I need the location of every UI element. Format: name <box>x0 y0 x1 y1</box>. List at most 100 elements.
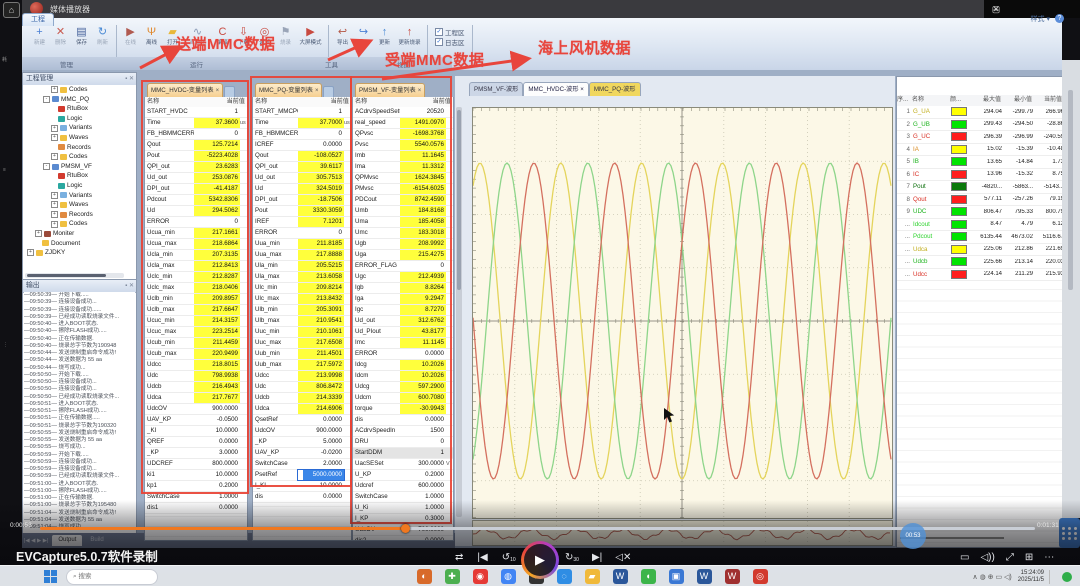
var-row-QPvsc[interactable]: QPvsc-1698.3768 <box>353 129 453 140</box>
seek-bar[interactable] <box>40 527 1035 530</box>
legend-row-IC[interactable]: 6IC13.96-15.328.75 <box>897 169 1063 182</box>
var-row-Qout[interactable]: Qout125.7214 <box>145 140 247 151</box>
var-row-UacSESet[interactable]: UacSESet300.0000V <box>353 459 453 470</box>
value-edit-field[interactable]: 5000.0000 <box>298 470 344 480</box>
tray-green-icon[interactable] <box>1062 572 1072 582</box>
legend-row-Idcout[interactable]: ...Idcout8.474.796.12 <box>897 219 1063 232</box>
variable-table[interactable]: START_MMCPQ1Time37.7000usFB_HBMMCER...0I… <box>253 107 351 540</box>
var-row-PsetRef[interactable]: PsetRef5000.0000 <box>253 470 351 481</box>
legend-row-G_UA[interactable]: 1G_UA294.04-299.79266.96 <box>897 106 1063 119</box>
var-row-Uga[interactable]: Uga215.4275 <box>353 250 453 261</box>
tab-mmc-pq-wave[interactable]: MMC_PQ-波形 <box>589 82 641 96</box>
var-row-Udc[interactable]: Udc798.9938 <box>145 371 247 382</box>
pin-icon[interactable]: ▪ <box>125 283 127 289</box>
tree-item-Document[interactable]: Document <box>23 239 136 249</box>
var-row-Time[interactable]: Time37.7000us <box>253 118 351 129</box>
close-icon[interactable]: ✕ <box>129 283 134 289</box>
var-row-UdcOV[interactable]: UdcOV900.0000 <box>253 426 351 437</box>
project-tree[interactable]: +Codes-MMC_PQRtuBoxLogic+Variants+WavesR… <box>23 85 136 271</box>
blue-app-icon[interactable]: ▣ <box>669 569 684 584</box>
var-row-ACdrvSpeedIn[interactable]: ACdrvSpeedIn1500 <box>353 426 453 437</box>
var-row-Uua_max[interactable]: Uua_max217.8888 <box>253 250 351 261</box>
legend-row-Qout[interactable]: 8Qout577.11-257.2679.19 <box>897 194 1063 207</box>
var-row-Uuc_min[interactable]: Uuc_min210.1061 <box>253 327 351 338</box>
ribbon-tab-project[interactable]: 工程 <box>22 13 54 26</box>
var-row-Udcb[interactable]: Udcb214.3339 <box>253 393 351 404</box>
tree-item-Logic[interactable]: Logic <box>23 181 136 191</box>
legend-row-Udcb[interactable]: ...Udcb225.66213.14220.03 <box>897 256 1063 269</box>
tree-item-Codes[interactable]: +Codes <box>23 152 136 162</box>
legend-row-IA[interactable]: 4IA15.02-15.39-10.48 <box>897 144 1063 157</box>
var-row-Ud[interactable]: Ud294.5062 <box>145 206 247 217</box>
var-row-FB_HBMMCER...[interactable]: FB_HBMMCER...0 <box>253 129 351 140</box>
toolbar-button-导入[interactable]: ↪导入 <box>354 25 373 47</box>
var-row-DRU[interactable]: DRU0 <box>353 437 453 448</box>
output-log[interactable]: —09:50:39— 开始下载.....—09:50:39— 连接设备成功...… <box>24 292 135 533</box>
var-row-Pout[interactable]: Pout3330.3059 <box>253 206 351 217</box>
var-row-Ucub_max[interactable]: Ucub_max220.9499 <box>145 349 247 360</box>
var-row-Uub_max[interactable]: Uub_max217.5972 <box>253 360 351 371</box>
var-row-UDCREF[interactable]: UDCREF800.0000 <box>145 459 247 470</box>
taskbar-search[interactable]: ⌕ 搜索 <box>66 569 158 585</box>
var-row-Uclc_min[interactable]: Uclc_min212.8287 <box>145 272 247 283</box>
play-button[interactable]: ▶ <box>521 541 559 579</box>
var-row-Udcc[interactable]: Udcc218.8015 <box>145 360 247 371</box>
taskbar-clock[interactable]: 15:24:092025/11/5 <box>1018 570 1044 584</box>
legend-table[interactable]: 1G_UA294.04-299.79266.962G_UB299.43-294.… <box>897 106 1063 547</box>
var-row-Ima[interactable]: Ima11.3312 <box>353 162 453 173</box>
var-row-ACdrvSpeedSett...[interactable]: ACdrvSpeedSett...20520 <box>353 107 453 118</box>
var-row-kp1[interactable]: kp10.2000 <box>145 481 247 492</box>
var-row-ICREF[interactable]: ICREF0.0000 <box>253 140 351 151</box>
forward-30-icon[interactable]: ↻30 <box>565 552 579 563</box>
var-row-Ud_out[interactable]: Ud_out305.7513 <box>253 173 351 184</box>
home-icon[interactable]: ⌂ <box>3 2 20 18</box>
var-row-Pdcout[interactable]: Pdcout5342.8306 <box>145 195 247 206</box>
toolbar-button-保存[interactable]: ▤保存 <box>72 25 91 47</box>
toolbar-button-烧录[interactable]: ⚑烧录 <box>276 25 295 47</box>
toolbar-button-离线[interactable]: Ψ离线 <box>142 25 161 47</box>
var-row-Ugc[interactable]: Ugc212.4939 <box>353 272 453 283</box>
tree-item-Moniter[interactable]: +Moniter <box>23 229 136 239</box>
var-row-Time[interactable]: Time37.3600us <box>145 118 247 129</box>
var-row-real_speed[interactable]: real_speed1491.0970 <box>353 118 453 129</box>
legend-row-G_UB[interactable]: 2G_UB299.43-294.50-28.86 <box>897 119 1063 132</box>
var-row-Umb[interactable]: Umb184.8168 <box>353 206 453 217</box>
var-row-Idcm[interactable]: Idcm10.2026 <box>353 371 453 382</box>
help-icon[interactable]: ? <box>1055 14 1064 23</box>
more-icon[interactable]: ⋯ <box>1044 552 1054 563</box>
variable-table[interactable]: ACdrvSpeedSett...20520real_speed1491.097… <box>353 107 453 540</box>
legend-row-Udca[interactable]: ...Udca225.06212.86221.69 <box>897 244 1063 257</box>
var-row-ERROR[interactable]: ERROR0 <box>145 217 247 228</box>
var-row-Ucla_max[interactable]: Ucla_max212.8413 <box>145 261 247 272</box>
var-row-Udcg[interactable]: Udcg597.2900 <box>353 382 453 393</box>
tree-item-Variants[interactable]: +Variants <box>23 123 136 133</box>
var-row-SwitchCase[interactable]: SwitchCase2.0000 <box>253 459 351 470</box>
expand-icon[interactable]: + <box>51 201 58 208</box>
var-row-Uclb_max[interactable]: Uclb_max217.6647 <box>145 305 247 316</box>
var-row-Qout[interactable]: Qout-108.0527 <box>253 151 351 162</box>
volume-icon[interactable]: ◁)) <box>980 552 994 563</box>
var-row-UdcOV[interactable]: UdcOV900.0000 <box>145 404 247 415</box>
var-row-Udcm[interactable]: Udcm600.7080 <box>353 393 453 404</box>
close-icon[interactable]: × <box>315 88 319 94</box>
var-row-Udcref[interactable]: Udcref600.0000 <box>353 481 453 492</box>
tab-pmsm-vf-varlist[interactable]: PMSM_VF-变量列表× <box>355 83 425 97</box>
var-row-Iga[interactable]: Iga9.2947 <box>353 294 453 305</box>
var-row-ERROR_FLAG[interactable]: ERROR_FLAG0 <box>353 261 453 272</box>
next-icon[interactable]: ▶| <box>592 552 602 563</box>
var-row-Ulb_min[interactable]: Ulb_min205.3091 <box>253 305 351 316</box>
fullscreen-icon[interactable]: ⤢ <box>1006 552 1014 563</box>
replay-10-icon[interactable]: ↺10 <box>502 552 516 563</box>
var-row-Ulb_max[interactable]: Ulb_max210.9541 <box>253 316 351 327</box>
start-button[interactable] <box>44 570 58 584</box>
var-row-ERROR[interactable]: ERROR0.0000 <box>353 349 453 360</box>
var-row-Udca[interactable]: Udca217.7677 <box>145 393 247 404</box>
var-row-U_KP[interactable]: U_KP0.2000 <box>353 470 453 481</box>
tree-item-Waves[interactable]: +Waves <box>23 133 136 143</box>
show-desktop-button[interactable] <box>1049 570 1060 584</box>
var-row-Ucla_min[interactable]: Ucla_min207.3135 <box>145 250 247 261</box>
h-scrollbar[interactable] <box>25 273 124 278</box>
tab-pmsm-vf-wave[interactable]: PMSM_VF-波形 <box>469 82 523 96</box>
legend-row-Pout[interactable]: 7Pout-4820...-5863...-5143... <box>897 181 1063 194</box>
var-row-Imb[interactable]: Imb11.1645 <box>353 151 453 162</box>
